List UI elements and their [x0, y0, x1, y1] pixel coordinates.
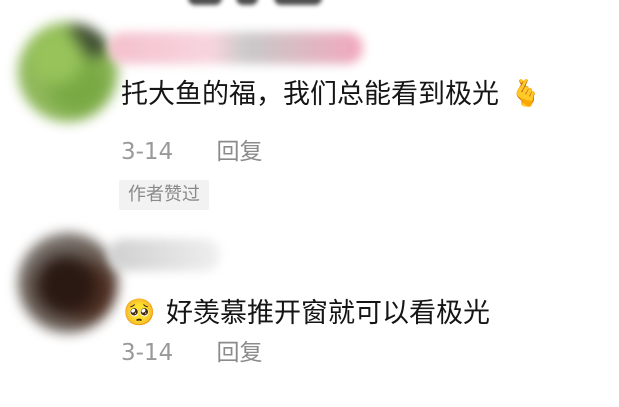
avatar[interactable] — [18, 233, 118, 333]
comment-list: 托大鱼的福，我们总能看到极光 🫰 3-14 回复 作者赞过 🥺 好羡慕推开窗就可… — [0, 0, 619, 407]
heart-finger-icon: 🫰 — [509, 78, 542, 109]
comment-text: 托大鱼的福，我们总能看到极光 🫰 — [121, 78, 544, 112]
comment-text: 🥺 好羡慕推开窗就可以看极光 — [121, 297, 490, 331]
blurred-top-fragment — [188, 0, 348, 9]
comment-item: 🥺 好羡慕推开窗就可以看极光 3-14 回复 — [0, 225, 619, 395]
comment-text-content: 托大鱼的福，我们总能看到极光 — [121, 79, 499, 110]
commenter-name-blur[interactable] — [108, 239, 220, 271]
avatar[interactable] — [18, 22, 118, 122]
comment-meta: 3-14 回复 — [121, 138, 263, 166]
comment-date: 3-14 — [121, 340, 174, 366]
commenter-name-blur[interactable] — [108, 32, 363, 64]
author-liked-badge: 作者赞过 — [119, 180, 209, 210]
comment-date: 3-14 — [121, 139, 174, 165]
reply-button[interactable]: 回复 — [217, 138, 263, 166]
comment-meta: 3-14 回复 — [121, 339, 263, 367]
reply-button[interactable]: 回复 — [217, 339, 263, 367]
comment-item: 托大鱼的福，我们总能看到极光 🫰 3-14 回复 作者赞过 — [0, 10, 619, 215]
pleading-face-icon: 🥺 — [123, 297, 156, 328]
comment-text-content: 好羡慕推开窗就可以看极光 — [165, 298, 490, 329]
